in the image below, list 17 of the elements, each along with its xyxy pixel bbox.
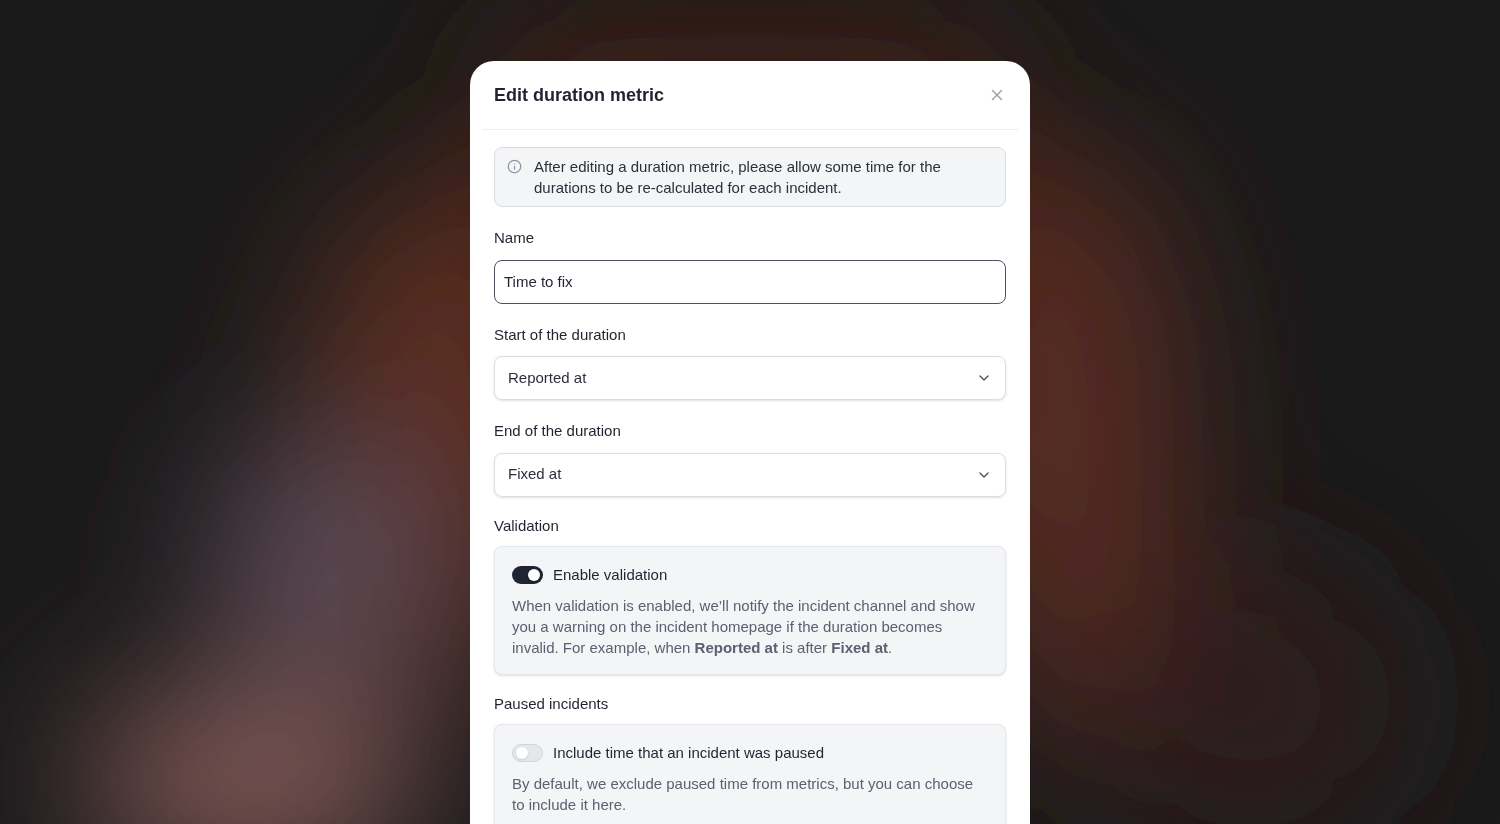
section-label: Validation <box>494 515 560 536</box>
toggle-label: Enable validation <box>553 565 668 585</box>
toggle-switch[interactable] <box>512 566 543 585</box>
info-icon <box>507 159 522 174</box>
toggle-label: Include time that an incident was paused <box>553 743 824 763</box>
name-field[interactable]: Time to fix <box>494 259 1006 304</box>
setting-description: When validation is enabled, we’ll notify the incident channel and show you a warning on the incident homepage if the duration becomes invalid. For example, when Reported at is after Fixed at. <box>512 595 976 658</box>
setting-description: By default, we exclude paused time from metrics, but you can choose to include it here. <box>512 773 975 815</box>
section-label: Paused incidents <box>494 693 610 714</box>
field-label: Name <box>494 228 535 248</box>
select-field[interactable]: Fixed at <box>494 452 1006 497</box>
select-field[interactable]: Reported at <box>494 356 1006 400</box>
dialog-title: Edit duration metric <box>494 83 664 107</box>
field-label: End of the duration <box>494 421 622 441</box>
field-label: Start of the duration <box>494 324 627 345</box>
toggle-switch[interactable] <box>512 744 543 763</box>
notice-text: After editing a duration metric, please allow some time for the durations to be re-calculated for each incident. <box>534 157 942 198</box>
